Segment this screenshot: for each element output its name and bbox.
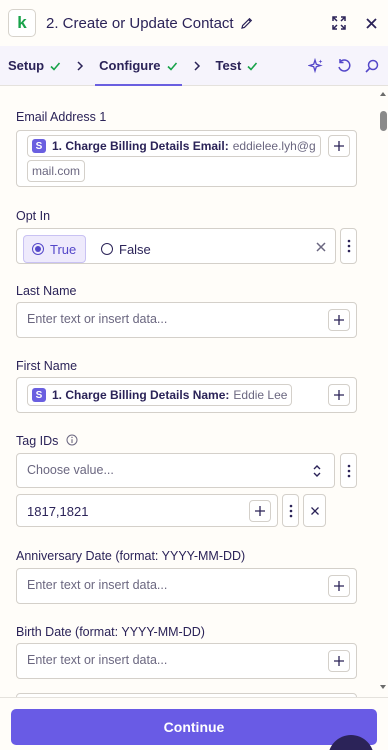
email-field[interactable]: S 1. Charge Billing Details Email: eddie… xyxy=(16,130,357,187)
tab-label: Setup xyxy=(8,58,45,73)
last-name-label: Last Name xyxy=(16,284,77,298)
stripe-app-icon: S xyxy=(32,388,46,402)
pill-value-continued: mail.com xyxy=(32,164,81,178)
birth-date-label: Birth Date (format: YYYY-MM-DD) xyxy=(16,625,205,639)
clear-icon[interactable] xyxy=(315,241,327,253)
configure-form: Email Address 1 S 1. Charge Billing Deta… xyxy=(0,87,376,697)
email-data-pill[interactable]: S 1. Charge Billing Details Email: eddie… xyxy=(27,135,321,157)
select-placeholder: Choose value... xyxy=(27,463,114,477)
tag-ids-label-text: Tag IDs xyxy=(16,434,59,448)
insert-data-button[interactable] xyxy=(328,575,350,597)
value-options-button[interactable] xyxy=(282,494,299,527)
scroll-thumb[interactable] xyxy=(380,111,387,131)
tab-label: Configure xyxy=(99,58,161,73)
tab-configure[interactable]: Configure xyxy=(95,46,182,86)
anniversary-date-label: Anniversary Date (format: YYYY-MM-DD) xyxy=(16,549,246,563)
kebab-icon xyxy=(347,464,350,477)
kebab-icon xyxy=(347,239,350,253)
sparkle-ai-icon[interactable] xyxy=(308,57,324,74)
first-name-label: First Name xyxy=(16,359,78,373)
anniversary-date-field[interactable]: Enter text or insert data... xyxy=(16,568,357,604)
insert-data-button[interactable] xyxy=(328,309,350,331)
plus-icon xyxy=(334,656,344,666)
close-icon[interactable] xyxy=(362,14,380,32)
continue-button[interactable]: Continue xyxy=(11,709,377,745)
scroll-up-arrow-icon[interactable] xyxy=(379,91,387,97)
radio-unselected-icon xyxy=(101,243,113,255)
birth-date-field[interactable]: Enter text or insert data... xyxy=(16,643,357,679)
plus-icon xyxy=(334,315,344,325)
app-logo: k xyxy=(8,9,36,37)
tab-test[interactable]: Test xyxy=(216,46,259,86)
scrollbar[interactable] xyxy=(378,87,388,697)
email-label: Email Address 1 xyxy=(16,110,107,124)
footer: Continue xyxy=(0,697,388,750)
radio-selected-icon xyxy=(32,243,44,255)
pill-label: 1. Charge Billing Details Name: xyxy=(52,388,230,402)
editor-header: k 2. Create or Update Contact xyxy=(0,0,388,46)
tag-ids-value-field[interactable]: 1817,1821 xyxy=(16,494,278,527)
email-data-pill-wrap[interactable]: mail.com xyxy=(27,160,86,182)
refresh-icon[interactable] xyxy=(336,58,352,74)
tag-ids-value: 1817,1821 xyxy=(27,504,89,519)
anniversary-placeholder: Enter text or insert data... xyxy=(27,578,168,592)
more-options-button[interactable] xyxy=(340,453,357,488)
opt-in-label: Opt In xyxy=(16,209,51,223)
edit-pencil-icon[interactable] xyxy=(240,16,254,30)
plus-icon xyxy=(334,581,344,591)
chevron-right-icon xyxy=(77,60,84,71)
remove-value-button[interactable] xyxy=(303,494,326,527)
check-icon xyxy=(166,61,177,71)
search-icon[interactable] xyxy=(364,58,380,74)
radio-false[interactable]: False xyxy=(101,235,151,263)
expand-icon[interactable] xyxy=(330,14,348,32)
insert-data-button[interactable] xyxy=(328,135,350,157)
insert-data-button[interactable] xyxy=(249,500,271,522)
last-name-field[interactable]: Enter text or insert data... xyxy=(16,302,357,338)
tab-setup[interactable]: Setup xyxy=(8,46,61,86)
plus-icon xyxy=(255,506,265,516)
last-name-placeholder: Enter text or insert data... xyxy=(27,312,168,326)
stripe-app-icon: S xyxy=(32,139,46,153)
pill-label: 1. Charge Billing Details Email: xyxy=(52,139,229,153)
close-icon xyxy=(310,506,319,515)
step-title[interactable]: 2. Create or Update Contact xyxy=(46,15,234,32)
birth-date-placeholder: Enter text or insert data... xyxy=(27,653,168,667)
radio-true[interactable]: True xyxy=(23,235,86,263)
pill-value: Eddie Lee xyxy=(233,388,288,402)
select-arrows-icon xyxy=(313,465,321,477)
pill-value: eddielee.lyh@g xyxy=(232,139,316,153)
check-icon xyxy=(50,61,61,71)
opt-in-radio-group: True False xyxy=(16,228,336,264)
insert-data-button[interactable] xyxy=(328,650,350,672)
radio-true-label: True xyxy=(50,241,77,257)
plus-icon xyxy=(334,390,344,400)
step-tabs: Setup Configure Test xyxy=(0,46,388,86)
scroll-down-arrow-icon[interactable] xyxy=(379,684,387,690)
info-icon[interactable] xyxy=(66,434,78,446)
tag-ids-label: Tag IDs xyxy=(16,434,78,448)
check-icon xyxy=(247,61,258,71)
first-name-field[interactable]: S 1. Charge Billing Details Name: Eddie … xyxy=(16,377,357,413)
insert-data-button[interactable] xyxy=(328,384,350,406)
first-name-data-pill[interactable]: S 1. Charge Billing Details Name: Eddie … xyxy=(27,384,293,406)
tag-ids-select[interactable]: Choose value... xyxy=(16,453,335,488)
more-options-button[interactable] xyxy=(340,228,357,264)
tab-label: Test xyxy=(215,58,242,73)
kebab-icon xyxy=(289,504,292,517)
chevron-right-icon xyxy=(193,60,200,71)
plus-icon xyxy=(334,141,344,151)
radio-false-label: False xyxy=(119,241,151,257)
